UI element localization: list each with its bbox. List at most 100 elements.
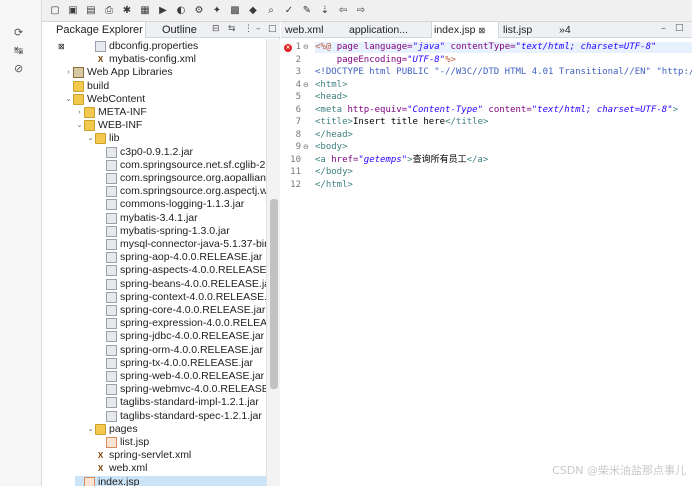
tree-item[interactable]: ⌄ WebContent [64, 93, 266, 106]
left-view-strip: ⟳ ↹ ⊘ [0, 0, 42, 486]
collapse-icon[interactable]: ⌄ [64, 93, 73, 106]
tree-scrollbar[interactable] [266, 39, 280, 486]
tree-item[interactable]: list.jsp [97, 436, 266, 449]
collapse-icon[interactable]: ⌄ [86, 423, 95, 436]
code-text-area[interactable]: <%@ page language="java" contentType="te… [315, 39, 692, 486]
tree-item-label: commons-logging-1.1.3.jar [120, 198, 245, 211]
tree-item[interactable]: spring-aop-4.0.0.RELEASE.jar [97, 251, 266, 264]
expand-icon[interactable]: › [75, 106, 84, 119]
package-explorer-view: Package Explorer ⊠ Outline ⊟ ⇆ ⋮ – □ dbc… [42, 22, 280, 486]
tree-item[interactable]: ⌄ WEB-INF [75, 119, 266, 132]
tab-outline[interactable]: Outline [148, 22, 208, 38]
folder-icon [73, 93, 84, 105]
collapse-all-icon[interactable]: ⊟ [212, 24, 220, 34]
link-editor-icon[interactable]: ⇆ [228, 24, 236, 34]
tree-item[interactable]: mysql-connector-java-5.1.37-bin.jar [97, 238, 266, 251]
new-class-icon[interactable]: ◆ [246, 4, 260, 18]
collapse-icon[interactable]: ⌄ [86, 132, 95, 145]
tree-item[interactable]: spring-tx-4.0.0.RELEASE.jar [97, 357, 266, 370]
outline-tab-label: Outline [162, 24, 197, 36]
minimize-icon[interactable]: – [256, 24, 261, 34]
view-menu-icon[interactable]: ⋮ [244, 24, 253, 34]
scrollbar-thumb[interactable] [270, 199, 278, 389]
line-number: 11 [290, 167, 301, 177]
forward-icon[interactable]: ⇨ [354, 4, 368, 18]
tree-item[interactable]: Xspring-servlet.xml [86, 449, 266, 462]
save-icon[interactable]: ▣ [66, 4, 80, 18]
editor-tab[interactable]: »4 [557, 22, 587, 38]
tree-item[interactable]: ⌄ lib [86, 132, 266, 145]
sync-icon[interactable]: ⟳ [14, 26, 28, 40]
tree-item[interactable]: taglibs-standard-impl-1.2.1.jar [97, 396, 266, 409]
tree-item[interactable]: spring-aspects-4.0.0.RELEASE.jar [97, 264, 266, 277]
new-java-project-icon[interactable]: ✦ [210, 4, 224, 18]
tree-item[interactable]: spring-core-4.0.0.RELEASE.jar [97, 304, 266, 317]
code-line: <!DOCTYPE html PUBLIC "-//W3C//DTD HTML … [315, 67, 692, 77]
jar-icon [106, 291, 117, 303]
jar-icon [106, 252, 117, 264]
tree-item[interactable]: mybatis-spring-1.3.0.jar [97, 225, 266, 238]
editor-tab[interactable]: index.jsp ⊠ [431, 22, 499, 38]
run-icon[interactable]: ▶ [156, 4, 170, 18]
close-icon[interactable]: ⊠ [478, 26, 485, 35]
tree-item[interactable]: spring-orm-4.0.0.RELEASE.jar [97, 344, 266, 357]
external-tools-icon[interactable]: ⚙ [192, 4, 206, 18]
tree-item[interactable]: c3p0-0.9.1.2.jar [97, 146, 266, 159]
maximize-icon[interactable]: □ [268, 24, 277, 34]
tree-item[interactable]: Xweb.xml [86, 462, 266, 475]
tree-item-label: WEB-INF [98, 119, 143, 132]
code-line: <title>Insert title here</title> [315, 117, 489, 127]
minimize-icon[interactable]: – [661, 23, 666, 34]
tree-item[interactable]: index.jsp [75, 475, 266, 486]
new-package-icon[interactable]: ▩ [228, 4, 242, 18]
tree-item-label: list.jsp [120, 436, 150, 448]
open-type-icon[interactable]: ⌕ [264, 4, 278, 18]
editor-tab[interactable]: list.jsp [501, 22, 555, 38]
tree-item[interactable]: com.springsource.net.sf.cglib-2.2.0.j [97, 159, 266, 172]
tree-item[interactable]: › META-INF [75, 106, 266, 119]
back-icon[interactable]: ⇦ [336, 4, 350, 18]
maximize-icon[interactable]: □ [675, 23, 684, 33]
new-icon[interactable]: ▢ [48, 4, 62, 18]
tree-item[interactable]: spring-web-4.0.0.RELEASE.jar [97, 370, 266, 383]
jar-icon [106, 357, 117, 369]
tree-item[interactable]: spring-context-4.0.0.RELEASE.jar [97, 291, 266, 304]
collapse-icon[interactable]: ⌄ [75, 119, 84, 132]
split-icon[interactable]: ↹ [14, 44, 28, 58]
tree-item[interactable]: com.springsource.org.aspectj.weave [97, 185, 266, 198]
tab-package-explorer[interactable]: Package Explorer ⊠ [42, 22, 146, 51]
search-icon[interactable]: ✓ [282, 4, 296, 18]
filter-icon[interactable]: ⊘ [14, 62, 28, 76]
tree-item[interactable]: build [64, 80, 266, 93]
fold-toggle-icon[interactable]: ⊖ [303, 42, 309, 53]
folder-icon [95, 133, 106, 145]
tree-item[interactable]: spring-jdbc-4.0.0.RELEASE.jar [97, 330, 266, 343]
tree-item[interactable]: mybatis-3.4.1.jar [97, 212, 266, 225]
tree-item[interactable]: spring-expression-4.0.0.RELEASE.jar [97, 317, 266, 330]
tree-item-label: com.springsource.org.aopalliance-1. [120, 172, 266, 184]
editor-tab[interactable]: web.xml [283, 22, 345, 38]
bug-icon[interactable]: ✱ [120, 4, 134, 18]
save-all-icon[interactable]: ▤ [84, 4, 98, 18]
tree-item[interactable]: dbconfig.properties [86, 40, 266, 53]
print-icon[interactable]: ⎙ [102, 4, 116, 18]
tree-item[interactable]: spring-webmvc-4.0.0.RELEASE.jar [97, 383, 266, 396]
tree-item[interactable]: Xmybatis-config.xml [86, 53, 266, 66]
coverage-icon[interactable]: ◐ [174, 4, 188, 18]
expand-icon[interactable]: › [64, 66, 73, 79]
server-icon[interactable]: ▦ [138, 4, 152, 18]
next-annotation-icon[interactable]: ⇣ [318, 4, 332, 18]
code-line: </head> [315, 129, 353, 140]
tree-item[interactable]: spring-beans-4.0.0.RELEASE.jar [97, 278, 266, 291]
tree-item[interactable]: › Web App Libraries [64, 66, 266, 79]
code-line: <head> [315, 92, 348, 102]
tree-item[interactable]: ⌄ pages [86, 423, 266, 436]
tree-item[interactable]: com.springsource.org.aopalliance-1. [97, 172, 266, 185]
tree-item[interactable]: taglibs-standard-spec-1.2.1.jar [97, 410, 266, 423]
folder-icon [73, 80, 84, 92]
fold-toggle-icon[interactable]: ⊖ [303, 80, 309, 91]
tree-item[interactable]: commons-logging-1.1.3.jar [97, 198, 266, 211]
task-icon[interactable]: ✎ [300, 4, 314, 18]
fold-toggle-icon[interactable]: ⊖ [303, 142, 309, 153]
editor-tab[interactable]: application... [347, 22, 429, 38]
